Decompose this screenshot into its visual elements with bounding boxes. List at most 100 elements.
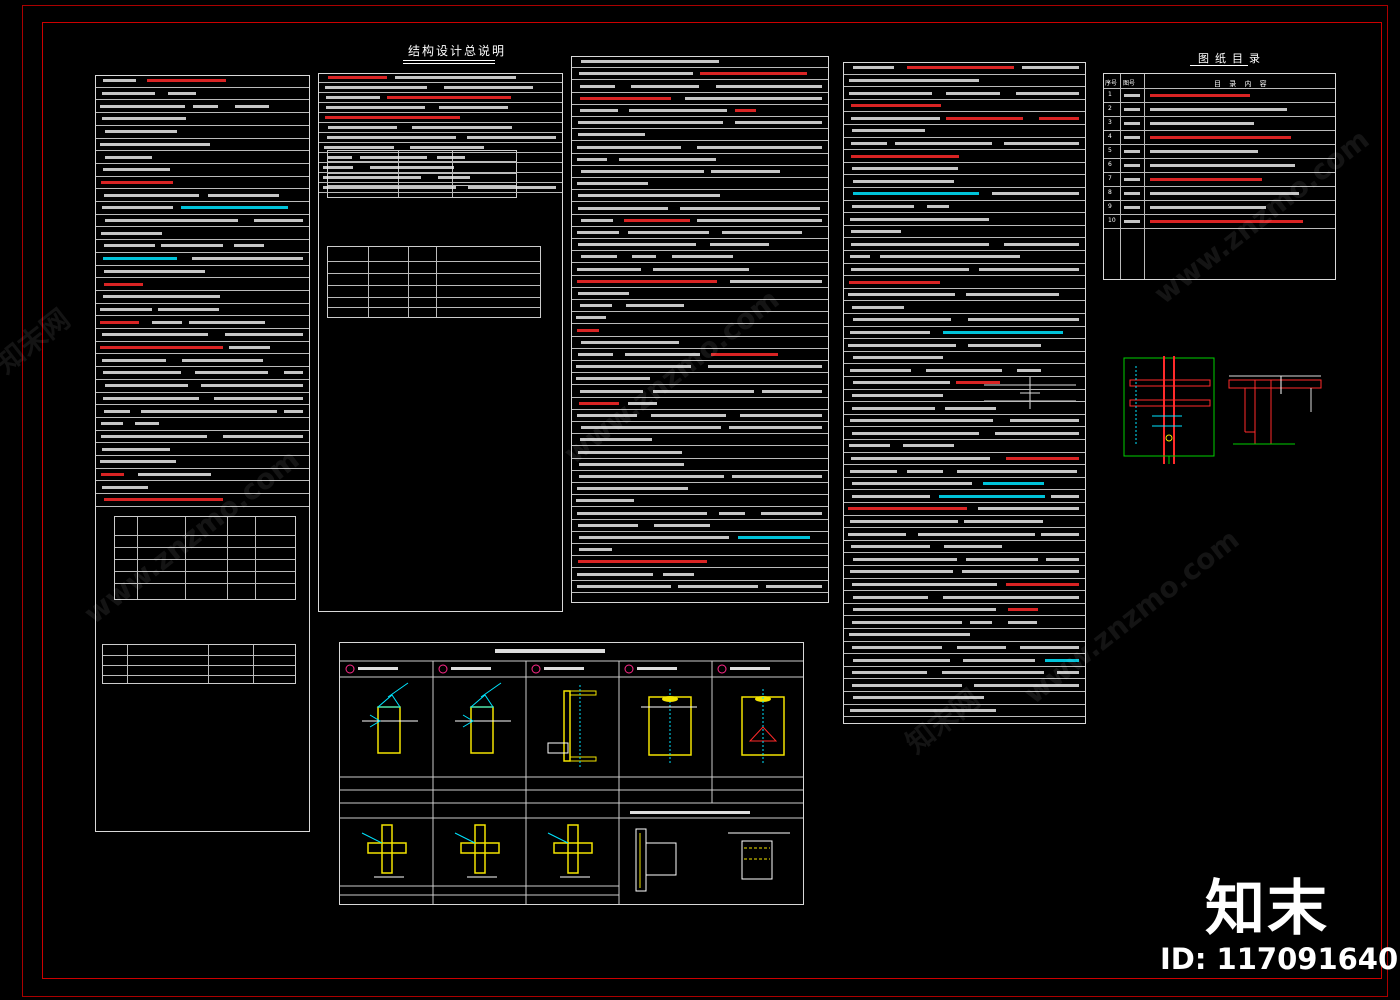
note-row-divider <box>319 92 562 93</box>
drawing-list-index: 8 <box>1108 189 1112 196</box>
note-text-stroke <box>851 456 990 460</box>
weld-leader <box>387 682 409 698</box>
note-text-stroke <box>284 371 303 375</box>
note-row-divider <box>96 150 309 152</box>
note-row-divider <box>572 579 828 581</box>
note-row-divider <box>844 514 1085 516</box>
note-row-divider <box>96 416 309 418</box>
note-row-divider <box>844 111 1085 113</box>
note-row-divider <box>96 124 309 126</box>
note-text-stroke <box>577 584 671 588</box>
note-text-stroke <box>579 72 693 76</box>
note-row-divider <box>96 353 309 355</box>
note-text-stroke <box>214 396 303 400</box>
note-text-stroke <box>100 346 223 350</box>
note-text-stroke <box>101 422 123 426</box>
note-row-divider <box>844 653 1085 655</box>
note-text-stroke <box>1006 456 1079 460</box>
note-text-stroke <box>105 219 238 223</box>
column-joint-detail-1 <box>1123 356 1215 464</box>
note-text-stroke <box>577 572 653 576</box>
note-row-divider <box>96 315 309 317</box>
note-text-stroke <box>208 193 279 197</box>
note-text-stroke <box>578 560 707 564</box>
note-row-divider <box>844 401 1085 403</box>
note-text-stroke <box>101 180 173 184</box>
note-row-divider <box>844 287 1085 289</box>
note-text-stroke <box>848 293 955 297</box>
drawing-title-stroke <box>1150 108 1287 111</box>
note-row-divider <box>572 591 828 593</box>
note-row-divider <box>844 124 1085 125</box>
note-text-stroke <box>328 76 387 79</box>
note-text-stroke <box>581 340 679 344</box>
note-text-stroke <box>580 304 612 308</box>
weld-flange <box>563 690 571 762</box>
note-text-stroke <box>577 487 688 491</box>
note-text-stroke <box>1051 494 1079 498</box>
note-text-stroke <box>983 482 1044 486</box>
note-text-stroke <box>926 368 1002 372</box>
note-text-stroke <box>943 330 1063 334</box>
note-text-stroke <box>323 186 456 189</box>
drawing-list-index: 10 <box>1108 217 1116 224</box>
note-text-stroke <box>580 96 671 100</box>
note-text-stroke <box>735 108 756 112</box>
note-row-divider <box>572 213 828 215</box>
drawing-list-index: 3 <box>1108 119 1112 126</box>
note-text-stroke <box>631 84 699 88</box>
note-text-stroke <box>628 230 709 234</box>
note-text-stroke <box>851 104 941 108</box>
note-text-stroke <box>851 267 969 271</box>
note-row-divider <box>572 445 828 447</box>
drawing-list-row-divider <box>1104 116 1335 117</box>
note-text-stroke <box>632 255 656 259</box>
note-text-stroke <box>102 117 186 121</box>
note-text-stroke <box>716 84 822 88</box>
note-row-divider <box>96 86 309 88</box>
note-text-stroke <box>629 108 727 112</box>
note-text-stroke <box>850 255 870 259</box>
note-row-divider <box>844 602 1085 604</box>
note-text-stroke <box>577 182 648 186</box>
note-text-stroke <box>102 206 173 210</box>
note-text-stroke <box>927 204 949 208</box>
note-text-stroke <box>850 469 897 473</box>
note-text-stroke <box>578 133 645 137</box>
note-text-stroke <box>100 460 176 464</box>
note-text-stroke <box>370 166 454 169</box>
drawing-title-stroke <box>1150 150 1258 153</box>
note-row-divider <box>844 388 1085 390</box>
note-text-stroke <box>578 523 638 527</box>
drawing-number-stroke <box>1124 94 1140 97</box>
note-text-stroke <box>100 104 185 108</box>
weld-cross-flange <box>367 842 407 854</box>
note-row-divider <box>96 429 309 431</box>
note-row-divider <box>844 350 1085 352</box>
note-row-divider <box>96 366 309 368</box>
note-text-stroke <box>654 523 710 527</box>
note-text-stroke <box>685 96 822 100</box>
note-text-stroke <box>580 108 618 112</box>
note-text-stroke <box>223 434 303 438</box>
drawing-list-index: 1 <box>1108 91 1112 98</box>
note-text-stroke <box>158 307 219 311</box>
note-text-stroke <box>103 168 170 172</box>
connection-column <box>635 828 647 892</box>
note-row-divider <box>572 555 828 557</box>
note-row-divider <box>96 175 309 177</box>
note-text-stroke <box>852 431 979 435</box>
drawing-list-title-underline <box>1190 65 1248 66</box>
note-text-stroke <box>853 356 943 360</box>
note-text-stroke <box>101 231 162 235</box>
drawing-list-header-no: 序号 <box>1105 80 1118 87</box>
notes-panel-4 <box>843 62 1086 724</box>
note-text-stroke <box>229 346 270 350</box>
note-text-stroke <box>852 494 930 498</box>
note-text-stroke <box>102 358 166 362</box>
note-text-stroke <box>849 91 932 95</box>
column-joint-detail-2 <box>1228 375 1322 445</box>
note-text-stroke <box>578 352 613 356</box>
drawing-list-index: 5 <box>1108 147 1112 154</box>
note-text-stroke <box>651 413 726 417</box>
